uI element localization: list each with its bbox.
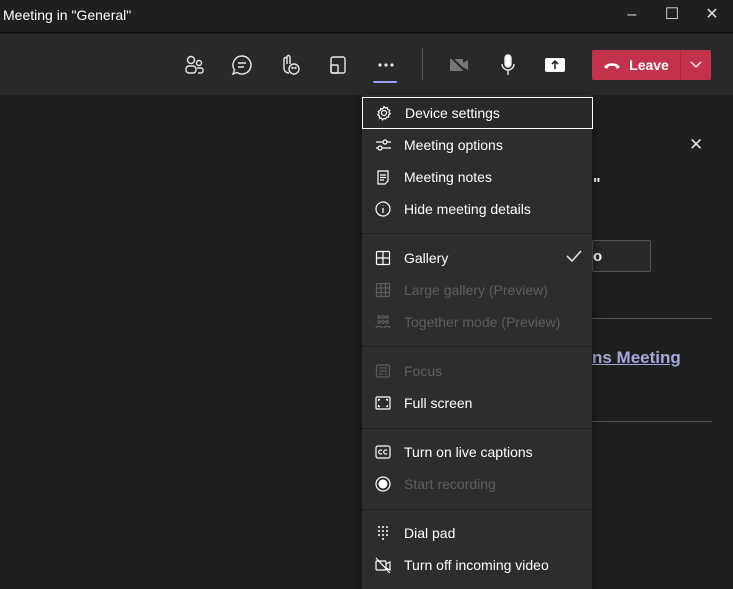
leave-button[interactable]: Leave	[592, 50, 680, 80]
minimize-button[interactable]: –	[617, 4, 647, 26]
menu-item-hide-meeting-details[interactable]: Hide meeting details	[362, 193, 592, 225]
meeting-toolbar: Leave	[0, 34, 733, 95]
close-window-button[interactable]: ✕	[697, 4, 727, 26]
menu-separator	[362, 346, 592, 347]
menu-item-label: Together mode (Preview)	[404, 314, 561, 330]
maximize-button[interactable]: ☐	[657, 4, 687, 26]
panel-divider	[592, 421, 712, 422]
raise-hand-reactions-icon[interactable]	[276, 52, 304, 78]
rooms-icon[interactable]	[324, 52, 352, 78]
leave-options-dropdown[interactable]	[680, 50, 711, 80]
menu-item-label: Gallery	[404, 250, 449, 266]
chevron-down-icon	[690, 61, 702, 68]
menu-item-label: Meeting options	[404, 137, 503, 153]
panel-button[interactable]: o	[592, 240, 651, 272]
fullscreen-icon	[362, 395, 404, 411]
menu-item-label: Large gallery (Preview)	[404, 282, 548, 298]
menu-item-full-screen[interactable]: Full screen	[362, 387, 592, 419]
checkmark-icon	[566, 250, 582, 263]
more-actions-menu: Device settings Meeting options Meeting no…	[362, 95, 593, 589]
menu-item-label: Turn off incoming video	[404, 557, 549, 573]
share-screen-icon[interactable]	[541, 52, 569, 78]
menu-item-label: Hide meeting details	[404, 201, 531, 217]
menu-item-together-mode-preview: Together mode (Preview)	[362, 306, 592, 338]
window-title: Meeting in "General"	[3, 7, 132, 23]
panel-divider	[592, 318, 712, 319]
notes-icon	[362, 169, 404, 185]
menu-item-meeting-options[interactable]: Meeting options	[362, 129, 592, 161]
focus-icon	[362, 363, 404, 379]
menu-item-start-recording: Start recording	[362, 468, 592, 500]
more-actions-icon[interactable]	[372, 52, 400, 78]
menu-item-turn-off-incoming-video[interactable]: Turn off incoming video	[362, 549, 592, 581]
meeting-link[interactable]: ns Meeting	[592, 348, 681, 368]
menu-item-focus: Focus	[362, 355, 592, 387]
panel-button-label: o	[593, 248, 603, 265]
gallery-icon	[362, 250, 404, 266]
dialpad-icon	[362, 525, 404, 541]
menu-item-label: Dial pad	[404, 525, 456, 541]
menu-item-dial-pad[interactable]: Dial pad	[362, 517, 592, 549]
captions-icon	[362, 444, 404, 460]
menu-separator	[362, 428, 592, 429]
menu-item-gallery[interactable]: Gallery	[362, 242, 592, 274]
chat-icon[interactable]	[228, 52, 256, 78]
title-bar: Meeting in "General" – ☐ ✕	[0, 0, 733, 33]
info-icon	[362, 201, 404, 217]
hang-up-icon	[604, 63, 621, 69]
sliders-icon	[362, 137, 404, 153]
panel-title-fragment: "	[593, 176, 601, 193]
microphone-icon[interactable]	[494, 52, 522, 78]
menu-item-label: Focus	[404, 363, 443, 379]
menu-item-label: Meeting notes	[404, 169, 492, 185]
menu-item-label: Turn on live captions	[404, 444, 533, 460]
leave-label: Leave	[629, 57, 669, 73]
record-icon	[362, 476, 404, 492]
menu-item-turn-on-live-captions[interactable]: Turn on live captions	[362, 436, 592, 468]
menu-item-device-settings[interactable]: Device settings	[362, 97, 593, 129]
together-mode-icon	[362, 314, 404, 330]
menu-separator	[362, 233, 592, 234]
toolbar-divider	[422, 48, 423, 80]
large-gallery-icon	[362, 282, 404, 298]
menu-separator	[362, 509, 592, 510]
menu-item-label: Full screen	[404, 395, 473, 411]
menu-item-meeting-notes[interactable]: Meeting notes	[362, 161, 592, 193]
close-panel-button[interactable]: ✕	[689, 135, 703, 155]
gear-icon	[363, 105, 405, 121]
menu-item-label: Start recording	[404, 476, 496, 492]
camera-off-icon[interactable]	[445, 52, 473, 78]
menu-item-large-gallery-preview: Large gallery (Preview)	[362, 274, 592, 306]
video-off-icon	[362, 557, 404, 573]
leave-button-group: Leave	[592, 50, 711, 80]
participants-icon[interactable]	[180, 52, 208, 78]
more-active-indicator	[373, 81, 397, 83]
menu-item-label: Device settings	[405, 105, 500, 121]
